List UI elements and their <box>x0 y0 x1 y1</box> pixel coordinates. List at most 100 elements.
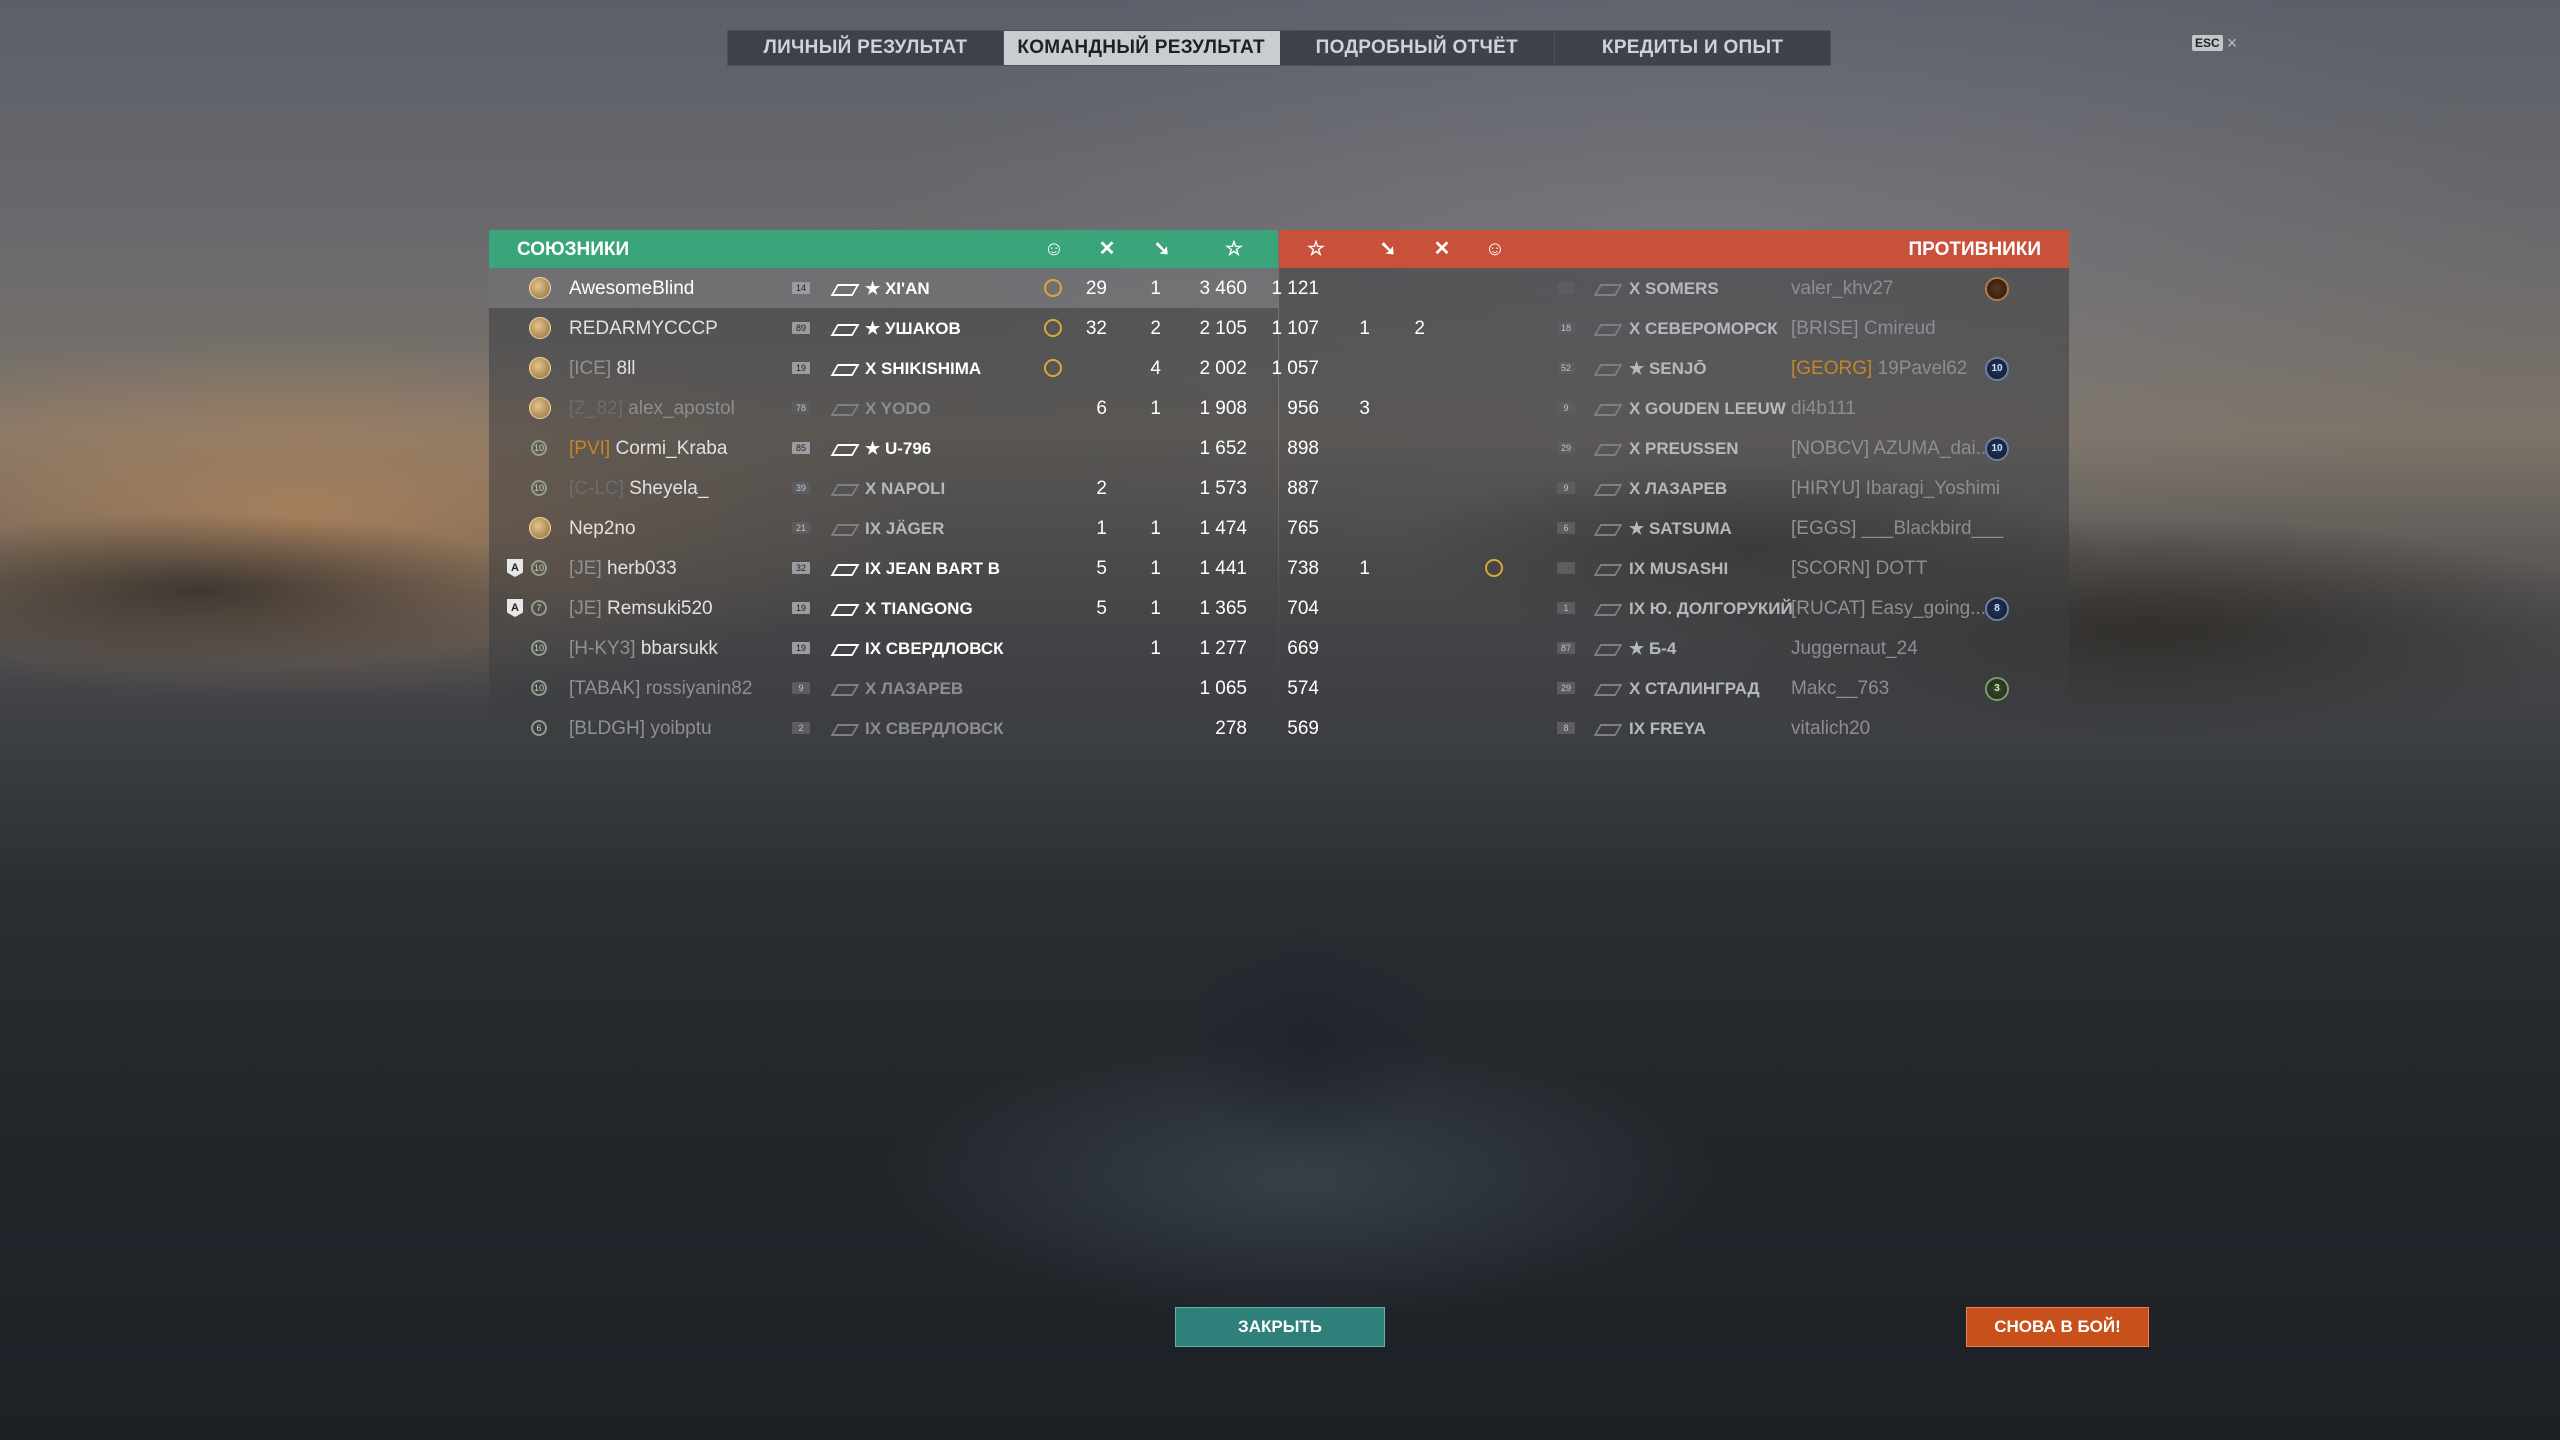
tab-detailed-report[interactable]: ПОДРОБНЫЙ ОТЧЁТ <box>1280 31 1556 65</box>
enemy-row[interactable]: 704 1 IX Ю. ДОЛГОРУКИЙ [RUCAT] Easy_going..… <box>1279 588 2069 628</box>
battle-again-button[interactable]: СНОВА В БОЙ! <box>1966 1307 2149 1347</box>
player-name: [TABAK] rossiyanin82 <box>569 678 752 700</box>
ship-class-icon <box>1597 722 1619 734</box>
division-icon: A <box>507 559 523 577</box>
player-nickname: herb033 <box>607 558 677 579</box>
player-name: [NOBCV] AZUMA_dai... <box>1791 438 1992 460</box>
clan-tag: [GEORG] <box>1791 358 1873 379</box>
player-name: [H-KY3] bbarsukk <box>569 638 718 660</box>
ally-row[interactable]: [ICE] 8ll 19 X SHIKISHIMA 4 2 002 <box>489 348 1278 388</box>
player-nickname: alex_apostol <box>628 398 735 419</box>
ship-class-icon <box>1597 482 1619 494</box>
enemy-row[interactable]: 898 29 X PREUSSEN [NOBCV] AZUMA_dai... 10 <box>1279 428 2069 468</box>
player-nickname: Juggernaut_24 <box>1791 638 1918 659</box>
ally-row[interactable]: 6 [BLDGH] yoibptu 2 IX СВЕРДЛОВСК 278 <box>489 708 1278 748</box>
player-nickname: 8ll <box>616 358 636 379</box>
ally-row[interactable]: Nep2no 21 IX JÄGER 1 1 1 474 <box>489 508 1278 548</box>
rank-icon: 6 <box>531 720 547 736</box>
player-nickname: DOTT <box>1875 558 1928 579</box>
player-level-badge: 19 <box>792 602 810 614</box>
player-name: [JE] Remsuki520 <box>569 598 713 620</box>
player-name: [Z_82] alex_apostol <box>569 398 735 420</box>
enemies-panel: ☆ ➘ ✕ ☺ ПРОТИВНИКИ 1 121 X SOMERS valer_kh… <box>1271 230 2069 750</box>
ship-class-icon <box>1597 362 1619 374</box>
enemy-row[interactable]: 1 121 X SOMERS valer_khv27 <box>1271 268 2069 308</box>
plane-column-icon: ➘ <box>1153 238 1171 260</box>
ally-row[interactable]: [Z_82] alex_apostol 78 X YODO 6 1 1 908 <box>489 388 1278 428</box>
ship-name: X ЛАЗАРЕВ <box>1629 479 1728 498</box>
ship-name: ★ SATSUMA <box>1629 519 1732 538</box>
base-xp: 669 <box>1287 638 1319 659</box>
player-level-badge: 29 <box>1557 442 1575 454</box>
ship-name: X PREUSSEN <box>1629 439 1739 458</box>
base-xp: 1 908 <box>1199 398 1247 419</box>
ship-name: X SHIKISHIMA <box>865 359 982 378</box>
enemy-row[interactable]: 887 9 X ЛАЗАРЕВ [HIRYU] Ibaragi_Yoshimi <box>1279 468 2069 508</box>
enemy-row[interactable]: 569 8 IX FREYA vitalich20 <box>1279 708 2069 748</box>
player-name: vitalich20 <box>1791 718 1870 740</box>
player-level-badge: 19 <box>792 362 810 374</box>
ribbon-column-icon: ☺ <box>1043 238 1065 260</box>
ribbons-count: 2 <box>1414 318 1425 339</box>
player-level-badge: 9 <box>1557 482 1575 494</box>
clan-tag: [C-LC] <box>569 478 624 499</box>
tab-personal-result[interactable]: ЛИЧНЫЙ РЕЗУЛЬТАТ <box>728 31 1004 65</box>
player-nickname: ___Blackbird___ <box>1861 518 2004 539</box>
player-name: [RUCAT] Easy_going... <box>1791 598 1986 620</box>
rank-badge-icon <box>529 317 551 339</box>
player-name: [JE] herb033 <box>569 558 677 580</box>
enemy-row[interactable]: 738 1 IX MUSASHI [SCORN] DOTT <box>1279 548 2069 588</box>
allies-panel: СОЮЗНИКИ ☺ ✕ ➘ ☆ AwesomeBlind 14 ★ XI'AN 29… <box>489 230 1278 750</box>
close-icon[interactable]: × <box>2227 34 2238 52</box>
ship-class-icon <box>834 402 856 414</box>
player-nickname: rossiyanin82 <box>645 678 753 699</box>
ally-row[interactable]: 10 [TABAK] rossiyanin82 9 X ЛАЗАРЕВ 1 065 <box>489 668 1278 708</box>
ally-row[interactable]: AwesomeBlind 14 ★ XI'AN 29 1 3 460 <box>489 268 1278 308</box>
esc-close[interactable]: ESC × <box>2192 34 2238 52</box>
ship-name: IX FREYA <box>1629 719 1706 738</box>
enemy-row[interactable]: 1 057 52 ★ SENJŌ [GEORG] 19Pavel62 10 <box>1271 348 2069 388</box>
player-level-badge: 29 <box>1557 682 1575 694</box>
player-nickname: vitalich20 <box>1791 718 1871 739</box>
enemies-title: ПРОТИВНИКИ <box>1908 239 2041 260</box>
ally-row[interactable]: A 7 [JE] Remsuki520 19 X TIANGONG 5 1 1 365 <box>489 588 1278 628</box>
player-name: [C-LC] Sheyela_ <box>569 478 708 500</box>
base-xp: 1 652 <box>1199 438 1247 459</box>
enemy-row[interactable]: 1 107 1 2 18 X СЕВЕРОМОРСК [BRISE] Cmireud <box>1271 308 2069 348</box>
enemy-row[interactable]: 669 87 ★ Б-4 Juggernaut_24 <box>1279 628 2069 668</box>
ally-row[interactable]: REDARMYCCCP 89 ★ УШАКОВ 32 2 2 105 <box>489 308 1278 348</box>
frags-count: 1 <box>1150 638 1161 659</box>
xp-column-icon: ☆ <box>1307 238 1325 260</box>
ally-row[interactable]: A 10 [JE] herb033 32 IX JEAN BART B 5 1 1 441 <box>489 548 1278 588</box>
enemy-row[interactable]: 574 29 X СТАЛИНГРАД Makc__763 3 <box>1279 668 2069 708</box>
base-xp: 1 277 <box>1199 638 1247 659</box>
ally-row[interactable]: 10 [C-LC] Sheyela_ 39 X NAPOLI 2 1 573 <box>489 468 1278 508</box>
rank-medal-icon: 10 <box>1985 357 2009 381</box>
enemy-row[interactable]: 765 6 ★ SATSUMA [EGGS] ___Blackbird___ <box>1279 508 2069 548</box>
ribbon-icon <box>1044 359 1062 377</box>
enemy-row[interactable]: 956 3 9 X GOUDEN LEEUW di4b111 <box>1279 388 2069 428</box>
ship-class-icon <box>1597 602 1619 614</box>
clan-tag: [JE] <box>569 598 602 619</box>
ship-class-icon <box>834 322 856 334</box>
ally-row[interactable]: 10 [H-KY3] bbarsukk 19 IX СВЕРДЛОВСК 1 1 277 <box>489 628 1278 668</box>
rank-icon: 7 <box>531 600 547 616</box>
player-nickname: Sheyela_ <box>629 478 709 499</box>
player-level-badge: 87 <box>1557 642 1575 654</box>
ship-class-icon <box>1597 322 1619 334</box>
clan-tag: [NOBCV] <box>1791 438 1870 459</box>
base-xp: 2 105 <box>1199 318 1247 339</box>
player-level-badge <box>1557 562 1575 574</box>
player-name: [SCORN] DOTT <box>1791 558 1927 580</box>
ship-name: X YODO <box>865 399 931 418</box>
ship-class-icon <box>1597 282 1619 294</box>
ribbons-count: 5 <box>1096 558 1107 579</box>
frags-count: 1 <box>1150 518 1161 539</box>
ally-row[interactable]: 10 [PVI] Cormi_Kraba 85 ★ U-796 1 652 <box>489 428 1278 468</box>
ship-class-icon <box>1597 522 1619 534</box>
player-level-badge: 2 <box>792 722 810 734</box>
tab-team-result[interactable]: КОМАНДНЫЙ РЕЗУЛЬТАТ <box>1003 31 1280 65</box>
tab-credits-xp[interactable]: КРЕДИТЫ И ОПЫТ <box>1555 31 1830 65</box>
ship-name: IX СВЕРДЛОВСК <box>865 639 1004 658</box>
close-button[interactable]: ЗАКРЫТЬ <box>1175 1307 1385 1347</box>
